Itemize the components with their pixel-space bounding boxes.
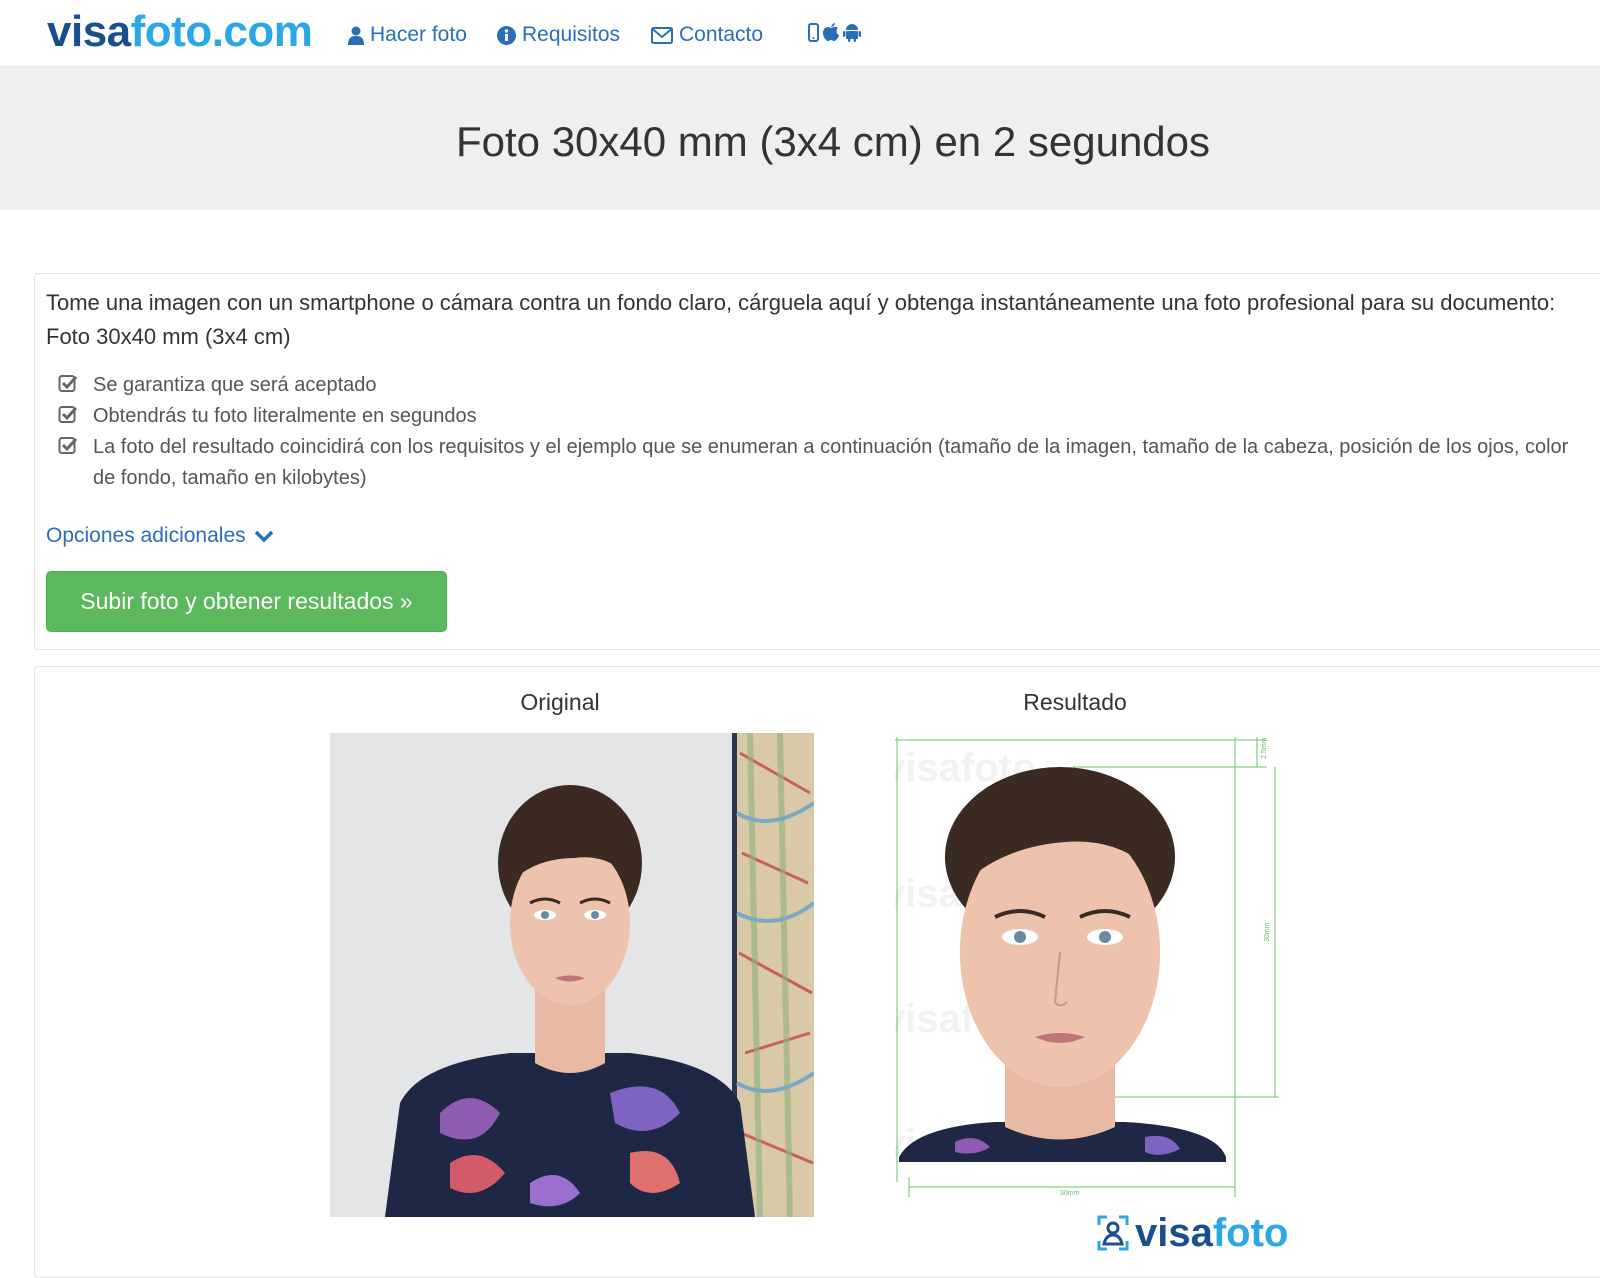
benefit-text: Obtendrás tu foto literalmente en segund… (93, 405, 477, 427)
nav-apps[interactable] (808, 22, 861, 42)
brand-part1: visa (1135, 1211, 1213, 1255)
check-square-icon (58, 437, 78, 454)
hero-banner: Foto 30x40 mm (3x4 cm) en 2 segundos (0, 67, 1600, 210)
original-label: Original (520, 689, 600, 715)
result-label: Resultado (1023, 689, 1127, 715)
nav-requisitos[interactable]: Requisitos (497, 20, 620, 50)
nav-label: Hacer foto (370, 23, 467, 46)
benefit-text: Se garantiza que será aceptado (93, 374, 377, 396)
dim-photo-height: 40mm (895, 952, 897, 972)
original-photo (330, 733, 814, 1217)
brand-part2: foto (1212, 1211, 1289, 1255)
person-scan-icon (1097, 1215, 1129, 1251)
nav-label: Requisitos (522, 23, 621, 46)
original-photo-image (330, 733, 814, 1217)
dim-top-margin: 2.5mm (1261, 737, 1268, 759)
intro-panel: Tome una imagen con un smartphone o cáma… (34, 273, 1600, 650)
list-item: Se garantiza que será aceptado (58, 370, 1588, 401)
logo-part2: foto.com (130, 7, 313, 56)
dim-head-height: 30mm (1264, 922, 1271, 942)
brand-text: visafoto (1135, 1211, 1288, 1255)
apple-icon (823, 23, 839, 41)
site-logo[interactable]: visafoto.com (47, 4, 313, 60)
dim-photo-width: 30mm (1060, 1190, 1080, 1197)
check-square-icon (58, 406, 78, 423)
nav-hacer-foto[interactable]: Hacer foto (348, 20, 467, 50)
page-title: Foto 30x40 mm (3x4 cm) en 2 segundos (455, 118, 1211, 165)
benefit-text: La foto del resultado coincidirá con los… (93, 436, 1569, 489)
logo-part1: visa (47, 7, 131, 56)
info-circle-icon (497, 25, 516, 45)
user-icon (348, 26, 364, 45)
android-icon (843, 24, 861, 42)
benefits-list: Se garantiza que será aceptado Obtendrás… (58, 370, 1588, 494)
chevron-down-icon (254, 530, 273, 543)
check-square-icon (58, 375, 78, 392)
result-photo-image: visafoto visafoto visafoto visafoto (883, 737, 1325, 1257)
mobile-icon (808, 22, 819, 42)
result-photo: visafoto visafoto visafoto visafoto (883, 737, 1325, 1257)
navbar: visafoto.com Hacer foto Requisitos Conta… (0, 0, 1600, 67)
intro-text: Tome una imagen con un smartphone o cáma… (46, 290, 1556, 349)
visafoto-brand: visafoto (1097, 1211, 1288, 1255)
upload-button[interactable]: Subir foto y obtener resultados » (46, 571, 447, 632)
list-item: La foto del resultado coincidirá con los… (58, 432, 1588, 494)
envelope-icon (651, 26, 673, 44)
nav-contacto[interactable]: Contacto (651, 20, 763, 50)
nav-label: Contacto (679, 23, 764, 46)
options-label: Opciones adicionales (46, 524, 246, 547)
list-item: Obtendrás tu foto literalmente en segund… (58, 401, 1588, 432)
additional-options-toggle[interactable]: Opciones adicionales (46, 524, 274, 548)
example-panel: Original Resultado visafoto visafoto 2.5… (34, 666, 1600, 1278)
